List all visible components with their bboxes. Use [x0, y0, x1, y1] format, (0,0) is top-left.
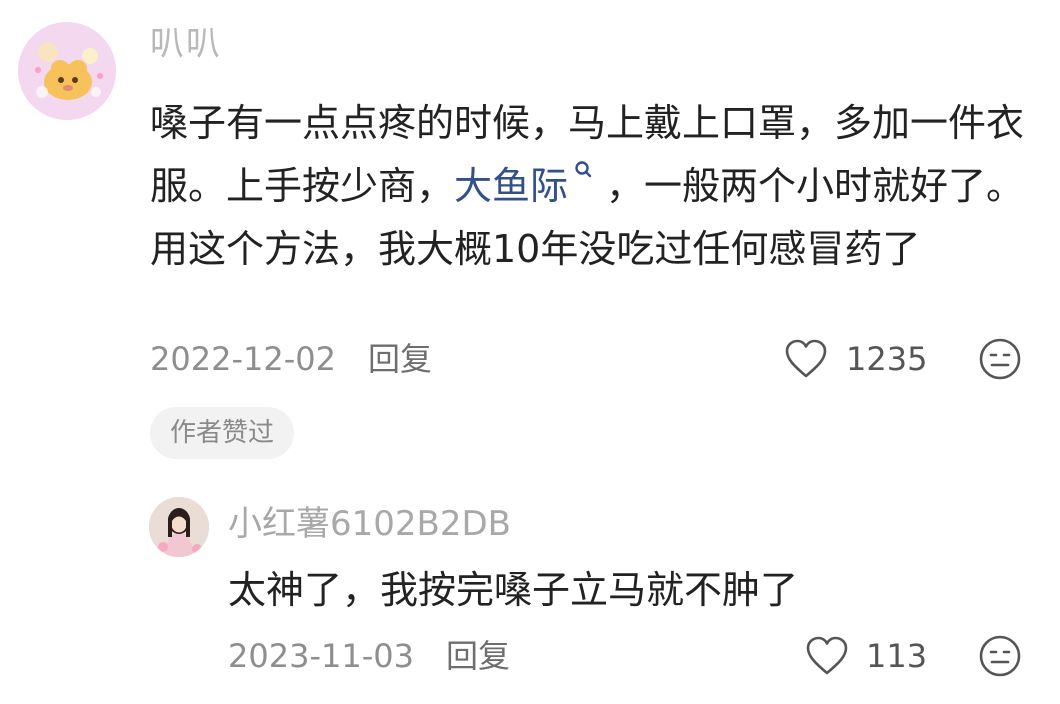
comment-date: 2022-12-02	[150, 340, 336, 378]
like-button[interactable]	[784, 338, 828, 380]
dislike-button[interactable]	[978, 337, 1022, 381]
reply-text: 太神了，我按完嗓子立马就不肿了	[228, 568, 799, 612]
meh-face-icon	[979, 338, 1021, 380]
avatar[interactable]	[149, 497, 209, 557]
heart-outline-icon	[806, 636, 848, 675]
dislike-button[interactable]	[978, 634, 1022, 678]
comment-text: 嗓子有一点点疼的时候，马上戴上口罩，多加一件衣服。上手按少商，大鱼际 ，一般两个小…	[150, 92, 1030, 281]
avatar[interactable]	[18, 22, 116, 120]
comment-author-name[interactable]: 叭叭	[150, 22, 222, 66]
author-liked-badge: 作者赞过	[150, 407, 295, 459]
heart-outline-icon	[785, 339, 827, 378]
like-count: 1235	[846, 340, 928, 378]
reply-author-name[interactable]: 小红薯6102B2DB	[228, 500, 511, 548]
search-icon[interactable]	[570, 155, 600, 191]
avatar-photo	[149, 497, 209, 557]
avatar-illustration	[18, 22, 116, 120]
reply-button[interactable]: 回复	[368, 337, 432, 381]
like-count: 113	[866, 637, 928, 675]
reply-date: 2023-11-03	[228, 637, 414, 675]
search-link[interactable]: 大鱼际	[454, 164, 568, 208]
like-button[interactable]	[805, 635, 849, 677]
reply-button[interactable]: 回复	[446, 634, 510, 678]
meh-face-icon	[979, 635, 1021, 677]
